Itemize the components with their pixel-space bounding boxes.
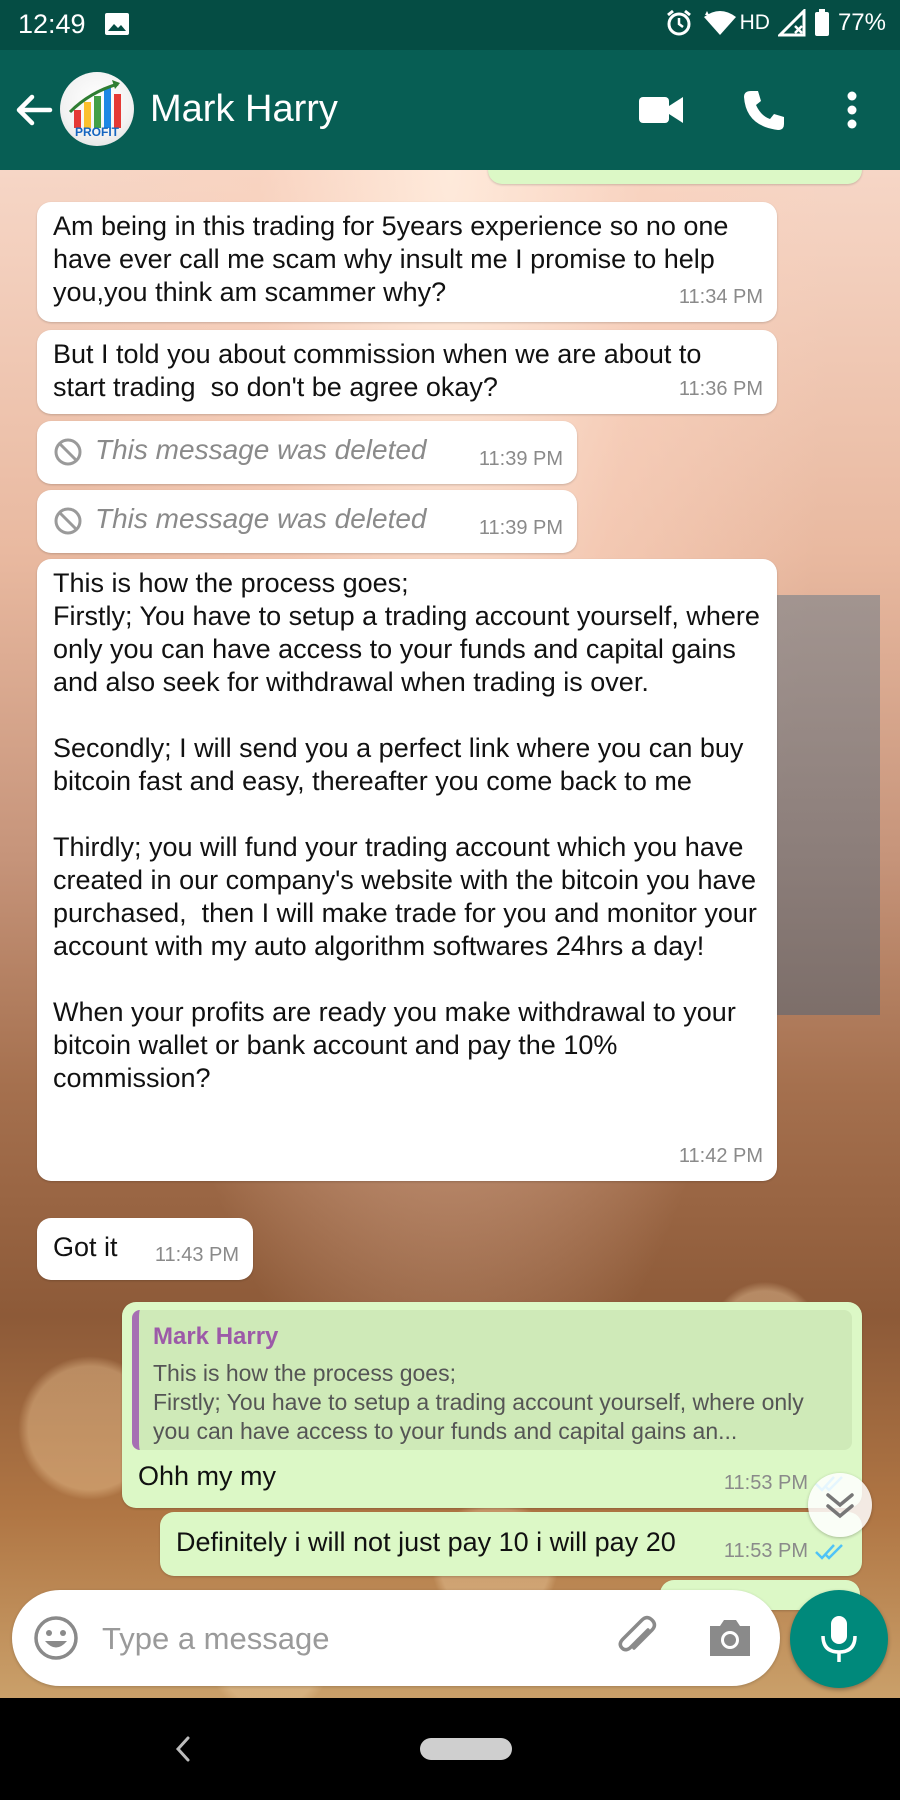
nav-home-pill[interactable] <box>420 1738 512 1760</box>
scroll-to-bottom-button[interactable] <box>808 1473 872 1537</box>
chat-header: PROFIT Mark Harry <box>0 50 900 170</box>
status-right: HD 77% <box>664 8 886 38</box>
avatar[interactable]: PROFIT <box>60 72 134 146</box>
camera-icon[interactable] <box>706 1614 754 1660</box>
block-icon <box>54 438 82 466</box>
network-type: HD <box>739 11 770 34</box>
alarm-icon <box>666 9 691 36</box>
deleted-message-text: This message was deleted <box>95 503 427 534</box>
profit-logo-icon: PROFIT <box>68 80 121 139</box>
message-text: But I told you about commission when we … <box>53 339 709 402</box>
message-text: Am being in this trading for 5years expe… <box>53 211 736 307</box>
emoji-icon[interactable] <box>32 1614 80 1662</box>
svg-text:PROFIT: PROFIT <box>75 125 120 139</box>
battery-icon <box>814 9 829 36</box>
message-composer <box>12 1590 780 1686</box>
message-time: 11:39 PM <box>478 448 563 470</box>
status-bar: 12:49 HD 77% <box>0 0 900 50</box>
message-time: 11:53 PM <box>724 1535 848 1568</box>
read-ticks-icon <box>815 1543 843 1560</box>
message-time: 11:36 PM <box>678 378 763 400</box>
message-input[interactable] <box>100 1612 604 1666</box>
message-bubble-outgoing[interactable]: Mark Harry This is how the process goes;… <box>122 1302 862 1508</box>
message-bubble-incoming[interactable]: This is how the process goes; Firstly; Y… <box>37 559 777 1181</box>
chat-area[interactable]: Am being in this trading for 5years expe… <box>0 170 900 1698</box>
phone-icon[interactable] <box>742 88 786 132</box>
message-time: 11:43 PM <box>154 1244 239 1266</box>
deleted-message-text: This message was deleted <box>95 434 427 465</box>
more-vert-icon[interactable] <box>840 88 864 132</box>
quoted-sender: Mark Harry <box>153 1323 279 1350</box>
paperclip-icon[interactable] <box>612 1612 662 1662</box>
quoted-message[interactable]: Mark Harry This is how the process goes;… <box>132 1310 852 1450</box>
quoted-text: This is how the process goes; Firstly; Y… <box>153 1360 804 1444</box>
message-time: 11:39 PM <box>478 517 563 539</box>
message-text: This is how the process goes; Firstly; Y… <box>53 568 760 1093</box>
message-time: 11:42 PM <box>678 1145 763 1167</box>
message-text: Got it <box>53 1232 118 1262</box>
status-time: 12:49 <box>18 9 86 39</box>
message-bubble-deleted[interactable]: This message was deleted 11:39 PM <box>37 490 577 553</box>
video-camera-icon[interactable] <box>638 92 684 128</box>
wifi-icon <box>703 11 736 35</box>
message-bubble-outgoing[interactable]: Definitely i will not just pay 10 i will… <box>160 1512 862 1576</box>
nav-back-icon[interactable] <box>170 1732 196 1766</box>
signal-icon <box>777 9 806 37</box>
battery-level: 77% <box>837 9 886 36</box>
double-chevron-down-icon <box>826 1493 854 1519</box>
partial-outgoing-bubble <box>488 170 862 184</box>
microphone-icon <box>821 1616 857 1662</box>
message-text: Ohh my my <box>138 1461 277 1491</box>
message-time: 11:34 PM <box>678 286 763 308</box>
image-notification-icon <box>105 13 129 35</box>
message-text: Definitely i will not just pay 10 i will… <box>176 1527 676 1557</box>
voice-message-button[interactable] <box>790 1590 888 1688</box>
arrow-left-icon[interactable] <box>14 90 54 130</box>
message-bubble-incoming[interactable]: Got it 11:43 PM <box>37 1218 253 1280</box>
system-nav-bar <box>0 1698 900 1800</box>
block-icon <box>54 507 82 535</box>
contact-name[interactable]: Mark Harry <box>150 88 338 131</box>
message-bubble-incoming[interactable]: Am being in this trading for 5years expe… <box>37 202 777 322</box>
message-bubble-deleted[interactable]: This message was deleted 11:39 PM <box>37 421 577 484</box>
message-bubble-incoming[interactable]: But I told you about commission when we … <box>37 330 777 414</box>
